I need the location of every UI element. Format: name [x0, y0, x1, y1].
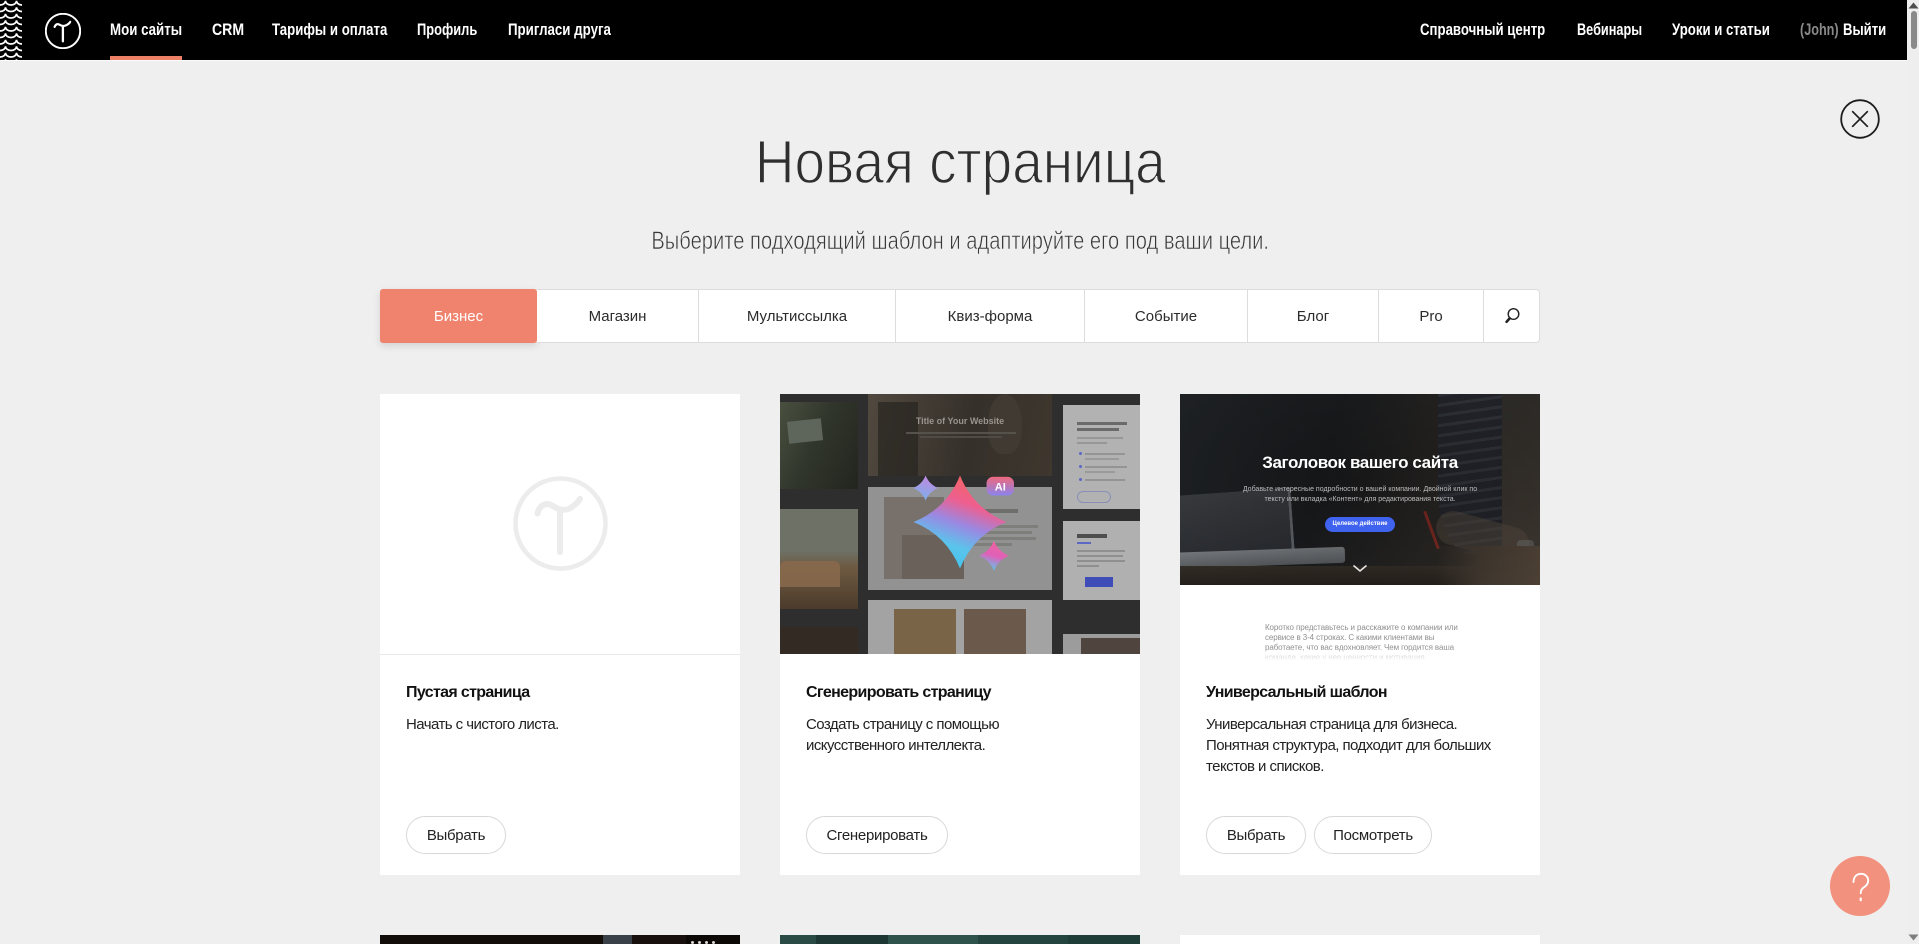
svg-text:AI: AI [995, 482, 1006, 494]
